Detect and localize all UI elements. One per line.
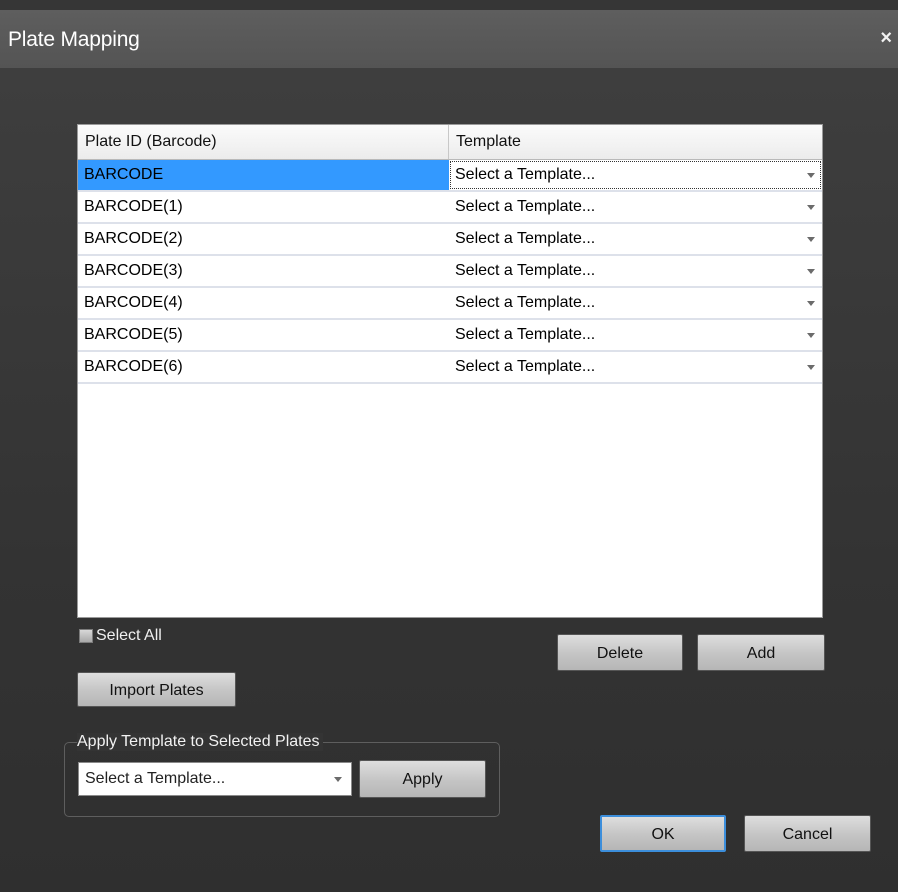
template-value: Select a Template... [455,230,596,247]
chevron-down-icon[interactable] [807,333,815,338]
dialog-title: Plate Mapping [8,28,140,51]
plate-id-cell[interactable]: BARCODE(4) [78,288,449,318]
chevron-down-icon[interactable] [807,205,815,210]
ok-button[interactable]: OK [600,815,726,852]
apply-button[interactable]: Apply [359,760,486,798]
chevron-down-icon[interactable] [807,237,815,242]
template-value: Select a Template... [455,198,596,215]
template-value: Select a Template... [455,294,596,311]
chevron-down-icon[interactable] [807,269,815,274]
chevron-down-icon[interactable] [807,365,815,370]
chevron-down-icon[interactable] [807,173,815,178]
template-value: Select a Template... [455,358,596,375]
plate-id-cell[interactable]: BARCODE [78,160,449,190]
template-dropdown[interactable]: Select a Template... [449,288,822,318]
template-dropdown[interactable]: Select a Template... [449,352,822,382]
plate-id-cell[interactable]: BARCODE(5) [78,320,449,350]
template-value: Select a Template... [455,166,596,183]
plate-mapping-dialog: Plate Mapping × Plate ID (Barcode) Templ… [0,0,898,892]
template-select[interactable]: Select a Template... [78,762,352,796]
column-header-template[interactable]: Template [449,125,822,159]
plate-mapping-grid: Plate ID (Barcode) Template BARCODE Sele… [77,124,823,618]
table-row[interactable]: BARCODE(6) Select a Template... [78,352,822,384]
plate-id-cell[interactable]: BARCODE(1) [78,192,449,222]
table-row[interactable]: BARCODE(1) Select a Template... [78,192,822,224]
close-icon[interactable]: × [880,27,892,50]
title-bar[interactable]: Plate Mapping × [0,10,898,68]
template-value: Select a Template... [455,326,596,343]
template-select-value: Select a Template... [85,770,226,787]
template-dropdown[interactable]: Select a Template... [449,320,822,350]
grid-header: Plate ID (Barcode) Template [78,125,822,160]
plate-id-cell[interactable]: BARCODE(6) [78,352,449,382]
template-value: Select a Template... [455,262,596,279]
table-row[interactable]: BARCODE Select a Template... [78,160,822,192]
add-button[interactable]: Add [697,634,825,671]
delete-button[interactable]: Delete [557,634,683,671]
plate-id-cell[interactable]: BARCODE(3) [78,256,449,286]
plate-id-cell[interactable]: BARCODE(2) [78,224,449,254]
template-dropdown[interactable]: Select a Template... [449,192,822,222]
select-all-label[interactable]: Select All [96,627,162,645]
chevron-down-icon[interactable] [807,301,815,306]
cancel-button[interactable]: Cancel [744,815,871,852]
column-header-plate-id[interactable]: Plate ID (Barcode) [78,125,449,159]
template-dropdown[interactable]: Select a Template... [449,256,822,286]
table-row[interactable]: BARCODE(3) Select a Template... [78,256,822,288]
template-dropdown[interactable]: Select a Template... [449,224,822,254]
grid-rows: BARCODE Select a Template... BARCODE(1) … [78,160,822,384]
import-plates-button[interactable]: Import Plates [77,672,236,707]
chevron-down-icon[interactable] [334,777,342,782]
table-row[interactable]: BARCODE(2) Select a Template... [78,224,822,256]
table-row[interactable]: BARCODE(5) Select a Template... [78,320,822,352]
table-row[interactable]: BARCODE(4) Select a Template... [78,288,822,320]
checkbox-box[interactable] [79,629,93,643]
template-dropdown[interactable]: Select a Template... [449,160,822,190]
apply-template-group-label: Apply Template to Selected Plates [77,733,323,751]
